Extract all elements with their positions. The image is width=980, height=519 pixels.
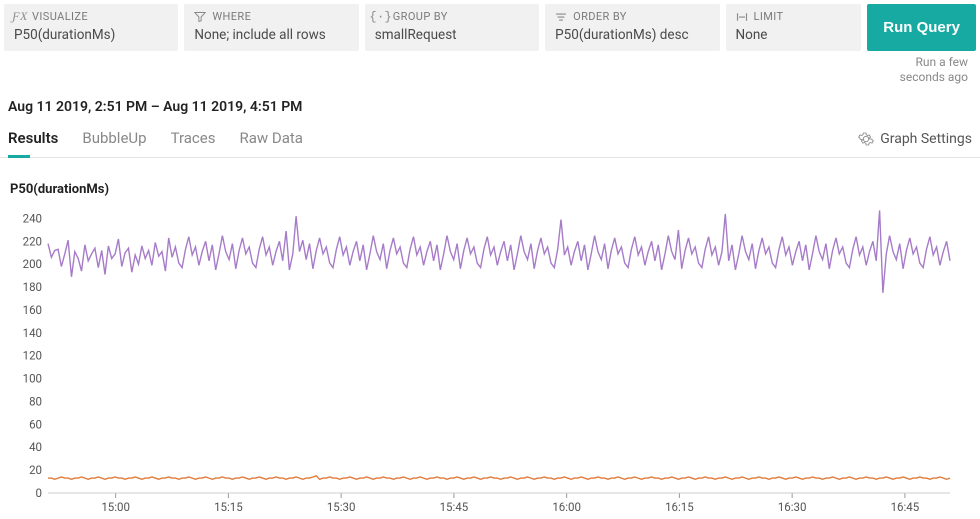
chart-title: P50(durationMs) (10, 182, 962, 197)
panel-orderby-value: P50(durationMs) desc (555, 27, 709, 43)
panel-orderby-label: ORDER BY (573, 10, 627, 23)
gear-icon (858, 131, 874, 147)
panel-limit-value: None (736, 27, 852, 43)
svg-text:15:30: 15:30 (327, 500, 356, 514)
tab-rawdata[interactable]: Raw Data (239, 121, 302, 157)
svg-text:80: 80 (29, 394, 42, 408)
graph-settings-label: Graph Settings (880, 131, 972, 147)
panel-groupby-value: smallRequest (375, 27, 529, 43)
tab-traces[interactable]: Traces (171, 121, 216, 157)
run-ago-text: Run a few seconds ago (878, 55, 968, 85)
svg-text:16:30: 16:30 (778, 500, 807, 514)
svg-text:16:15: 16:15 (665, 500, 694, 514)
svg-text:15:00: 15:00 (101, 500, 130, 514)
panel-groupby-label: GROUP BY (393, 10, 448, 23)
sort-icon (555, 11, 567, 23)
tab-results[interactable]: Results (8, 121, 58, 157)
panel-where[interactable]: WHERE None; include all rows (184, 4, 358, 51)
panel-where-label: WHERE (212, 10, 251, 23)
svg-text:40: 40 (29, 440, 42, 454)
chart-svg[interactable]: 0 20 40 60 80 100 120 140 160 180 200 220 240 15:00 15… (8, 203, 962, 519)
fx-icon: ƒx (14, 11, 26, 23)
svg-text:0: 0 (36, 486, 42, 500)
svg-text:200: 200 (23, 257, 42, 271)
panel-limit-label: LIMIT (754, 10, 784, 23)
run-query-button[interactable]: Run Query (867, 4, 976, 51)
time-range: Aug 11 2019, 2:51 PM – Aug 11 2019, 4:51… (0, 85, 980, 121)
svg-text:100: 100 (23, 372, 42, 386)
svg-text:220: 220 (23, 234, 42, 248)
panel-where-value: None; include all rows (194, 27, 348, 43)
svg-text:16:00: 16:00 (552, 500, 581, 514)
braces-icon: {·} (375, 11, 387, 23)
svg-text:140: 140 (23, 326, 42, 340)
panel-visualize-label: VISUALIZE (32, 10, 88, 23)
run-meta-row: Run a few seconds ago (0, 51, 980, 85)
panel-orderby[interactable]: ORDER BY P50(durationMs) desc (545, 4, 719, 51)
panel-visualize-value: P50(durationMs) (14, 27, 168, 43)
svg-text:20: 20 (29, 463, 42, 477)
filter-icon (194, 11, 206, 23)
tab-bubbleup[interactable]: BubbleUp (82, 121, 146, 157)
svg-text:15:45: 15:45 (440, 500, 469, 514)
svg-text:15:15: 15:15 (214, 500, 243, 514)
svg-text:16:45: 16:45 (891, 500, 920, 514)
width-icon (736, 11, 748, 23)
chart-area: P50(durationMs) 0 20 40 60 80 100 120 140 160 180… (0, 158, 980, 519)
tabs-row: Results BubbleUp Traces Raw Data Graph S… (0, 121, 980, 158)
panel-groupby[interactable]: {·} GROUP BY smallRequest (365, 4, 539, 51)
query-bar: ƒx VISUALIZE P50(durationMs) WHERE None;… (0, 0, 980, 51)
graph-settings-button[interactable]: Graph Settings (858, 131, 972, 147)
panel-limit[interactable]: LIMIT None (726, 4, 862, 51)
svg-text:120: 120 (23, 349, 42, 363)
svg-text:180: 180 (23, 280, 42, 294)
svg-text:240: 240 (23, 211, 42, 225)
panel-visualize[interactable]: ƒx VISUALIZE P50(durationMs) (4, 4, 178, 51)
svg-text:60: 60 (29, 417, 42, 431)
svg-text:160: 160 (23, 303, 42, 317)
